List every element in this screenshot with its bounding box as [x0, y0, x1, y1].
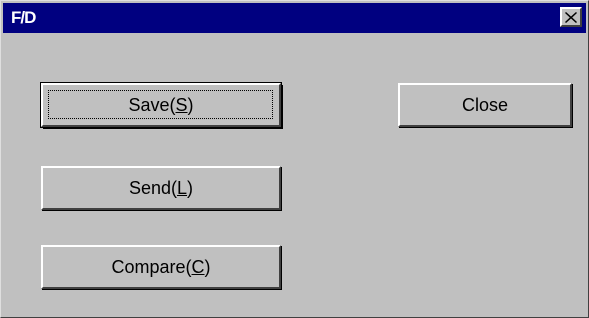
send-button[interactable]: Send(L)	[41, 166, 281, 210]
send-button-label: Send(L)	[128, 177, 194, 198]
close-button[interactable]: Close	[398, 83, 572, 127]
dialog-window: F/D Save(S) Send(L) Compare(C) Close	[0, 0, 589, 318]
close-button-label: Close	[461, 94, 509, 115]
title-bar[interactable]: F/D	[3, 3, 586, 33]
save-button-label: Save(S)	[128, 94, 194, 115]
close-icon	[565, 11, 577, 23]
titlebar-close-button[interactable]	[560, 7, 582, 27]
compare-button-label: Compare(C)	[111, 256, 211, 277]
window-title: F/D	[11, 8, 36, 27]
save-button[interactable]: Save(S)	[40, 82, 282, 128]
compare-button[interactable]: Compare(C)	[41, 245, 281, 289]
